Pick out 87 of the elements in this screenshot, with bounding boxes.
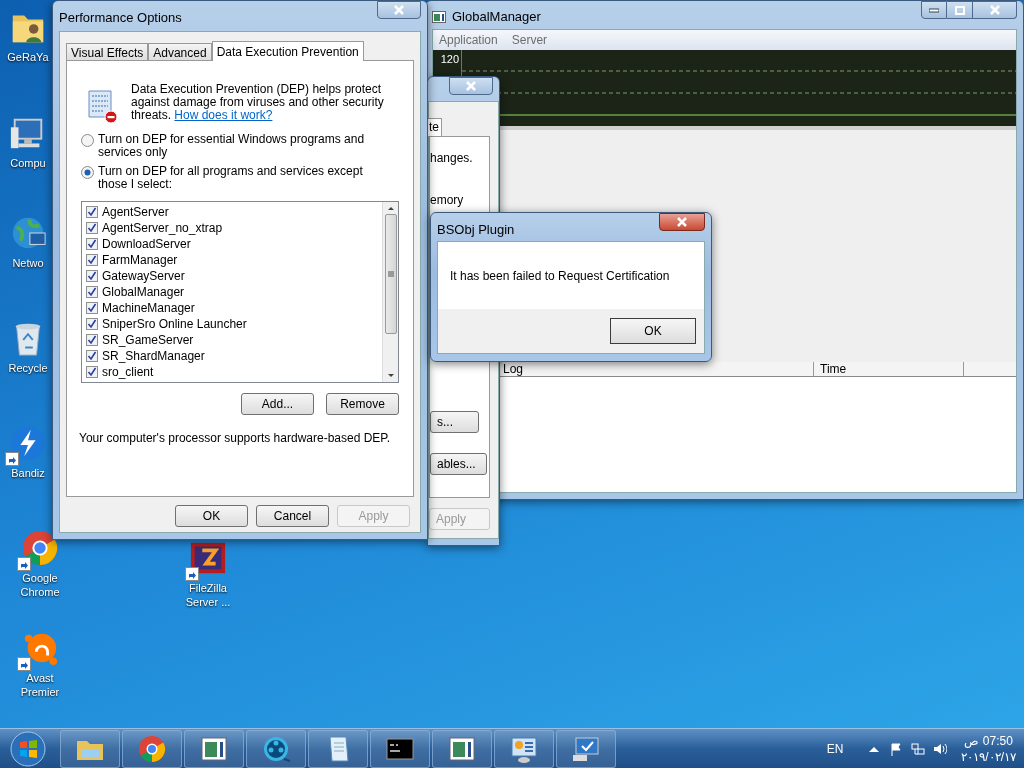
program-name[interactable]: sro_client bbox=[102, 365, 154, 379]
taskbar-button[interactable] bbox=[494, 729, 554, 768]
ok-button[interactable]: OK bbox=[610, 318, 696, 344]
taskbar-button[interactable] bbox=[60, 729, 120, 768]
maximize-icon bbox=[954, 5, 965, 15]
close-icon bbox=[465, 81, 477, 91]
option-label[interactable]: Turn on DEP for all programs and services except those I select: bbox=[98, 165, 388, 191]
support-text: Your computer's processor supports hardware-based DEP. bbox=[79, 430, 392, 447]
program-name[interactable]: GlobalManager bbox=[102, 285, 185, 299]
checkbox[interactable] bbox=[86, 318, 98, 330]
description-text: emory bbox=[430, 193, 465, 207]
taskbar-button[interactable] bbox=[370, 729, 430, 768]
checkbox[interactable] bbox=[86, 238, 98, 250]
close-icon bbox=[676, 217, 688, 227]
language-indicator[interactable]: EN bbox=[826, 739, 844, 758]
scrollbar[interactable] bbox=[382, 202, 398, 382]
close-button[interactable] bbox=[973, 1, 1017, 19]
app-window-icon bbox=[432, 10, 446, 23]
grip-icon bbox=[387, 271, 394, 277]
option-label[interactable]: Turn on DEP for essential Windows programs and services only bbox=[98, 133, 388, 159]
speaker-icon[interactable] bbox=[933, 741, 948, 756]
button[interactable]: s... bbox=[430, 411, 479, 433]
taskbar-button[interactable] bbox=[432, 729, 492, 768]
close-button[interactable] bbox=[449, 77, 493, 95]
window-title: BSObj Plugin bbox=[437, 221, 515, 239]
tab[interactable]: Data Execution Prevention bbox=[211, 41, 364, 61]
program-name[interactable]: SR_ShardManager bbox=[102, 349, 205, 363]
desktop-icon-label[interactable]: GeRaYa bbox=[7, 50, 49, 64]
close-button[interactable] bbox=[377, 1, 421, 19]
minimize-button[interactable] bbox=[921, 1, 947, 19]
menu-item[interactable]: Application bbox=[439, 31, 498, 49]
flag-icon[interactable] bbox=[889, 741, 904, 756]
desktop-icon-label[interactable]: Google Chrome bbox=[8, 571, 72, 599]
message-text: It has been failed to Request Certification bbox=[450, 267, 670, 285]
checkbox[interactable] bbox=[86, 302, 98, 314]
checkbox[interactable] bbox=[86, 254, 98, 266]
button[interactable]: OK bbox=[175, 505, 248, 527]
close-icon bbox=[988, 5, 1001, 15]
maximize-button[interactable] bbox=[947, 1, 973, 19]
program-name[interactable]: SniperSro Online Launcher bbox=[102, 317, 247, 331]
program-name[interactable]: MachineManager bbox=[102, 301, 195, 315]
window-title: GlobalManager bbox=[452, 8, 541, 26]
taskbar-button[interactable] bbox=[556, 729, 616, 768]
taskbar-button[interactable] bbox=[246, 729, 306, 768]
button[interactable]: Remove bbox=[326, 393, 399, 415]
checkbox[interactable] bbox=[86, 286, 98, 298]
program-name[interactable]: DownloadServer bbox=[102, 237, 191, 251]
checkbox[interactable] bbox=[86, 206, 98, 218]
button[interactable]: Add... bbox=[241, 393, 314, 415]
desktop-icon-label[interactable]: Netwo bbox=[12, 256, 44, 270]
taskbar-button[interactable] bbox=[308, 729, 368, 768]
checkbox[interactable] bbox=[86, 350, 98, 362]
program-name[interactable]: AgentServer bbox=[102, 205, 169, 219]
checkbox[interactable] bbox=[86, 270, 98, 282]
desktop-icon-label[interactable]: Bandiz bbox=[11, 466, 45, 480]
taskbar-button[interactable] bbox=[184, 729, 244, 768]
clock-time[interactable]: 07:50 ص bbox=[964, 732, 1013, 749]
checkbox[interactable] bbox=[86, 366, 98, 378]
network-icon[interactable] bbox=[911, 741, 926, 756]
radio-button[interactable] bbox=[81, 134, 94, 147]
column-header[interactable]: Time bbox=[814, 362, 964, 376]
desktop-icon-label[interactable]: Compu bbox=[10, 156, 46, 170]
minimize-icon bbox=[929, 7, 939, 13]
desktop-icon-label[interactable]: Avast Premier bbox=[8, 671, 72, 699]
description-text: Data Execution Prevention (DEP) helps protect against damage from viruses and other security threats. How does it work? bbox=[131, 83, 385, 124]
close-button[interactable] bbox=[659, 213, 705, 231]
clock-date[interactable]: ٢٠١٩/٠٢/١٧ bbox=[961, 748, 1016, 765]
program-name[interactable]: FarmManager bbox=[102, 253, 178, 267]
description-text: hanges. bbox=[430, 151, 474, 165]
program-name[interactable]: SR_GameServer bbox=[102, 333, 194, 347]
desktop-icon-label[interactable]: Recycle bbox=[8, 361, 48, 375]
button[interactable]: ables... bbox=[430, 453, 487, 475]
button[interactable]: Cancel bbox=[256, 505, 329, 527]
radio-button[interactable] bbox=[81, 166, 94, 179]
checkbox[interactable] bbox=[86, 334, 98, 346]
close-icon bbox=[393, 5, 405, 15]
checkbox[interactable] bbox=[86, 222, 98, 234]
menu-item[interactable]: Server bbox=[511, 31, 548, 49]
program-name[interactable]: AgentServer_no_xtrap bbox=[102, 221, 223, 235]
tab[interactable]: Visual Effects bbox=[66, 43, 149, 60]
help-link[interactable]: How does it work? bbox=[174, 108, 273, 122]
program-name[interactable]: GatewayServer bbox=[102, 269, 185, 283]
tab[interactable]: Advanced bbox=[148, 43, 212, 60]
desktop-icon-label[interactable]: FileZilla Server ... bbox=[176, 581, 240, 609]
axis-label: 120 bbox=[440, 52, 459, 67]
lightning-icon[interactable] bbox=[9, 424, 47, 462]
window-title: Performance Options bbox=[59, 9, 182, 27]
